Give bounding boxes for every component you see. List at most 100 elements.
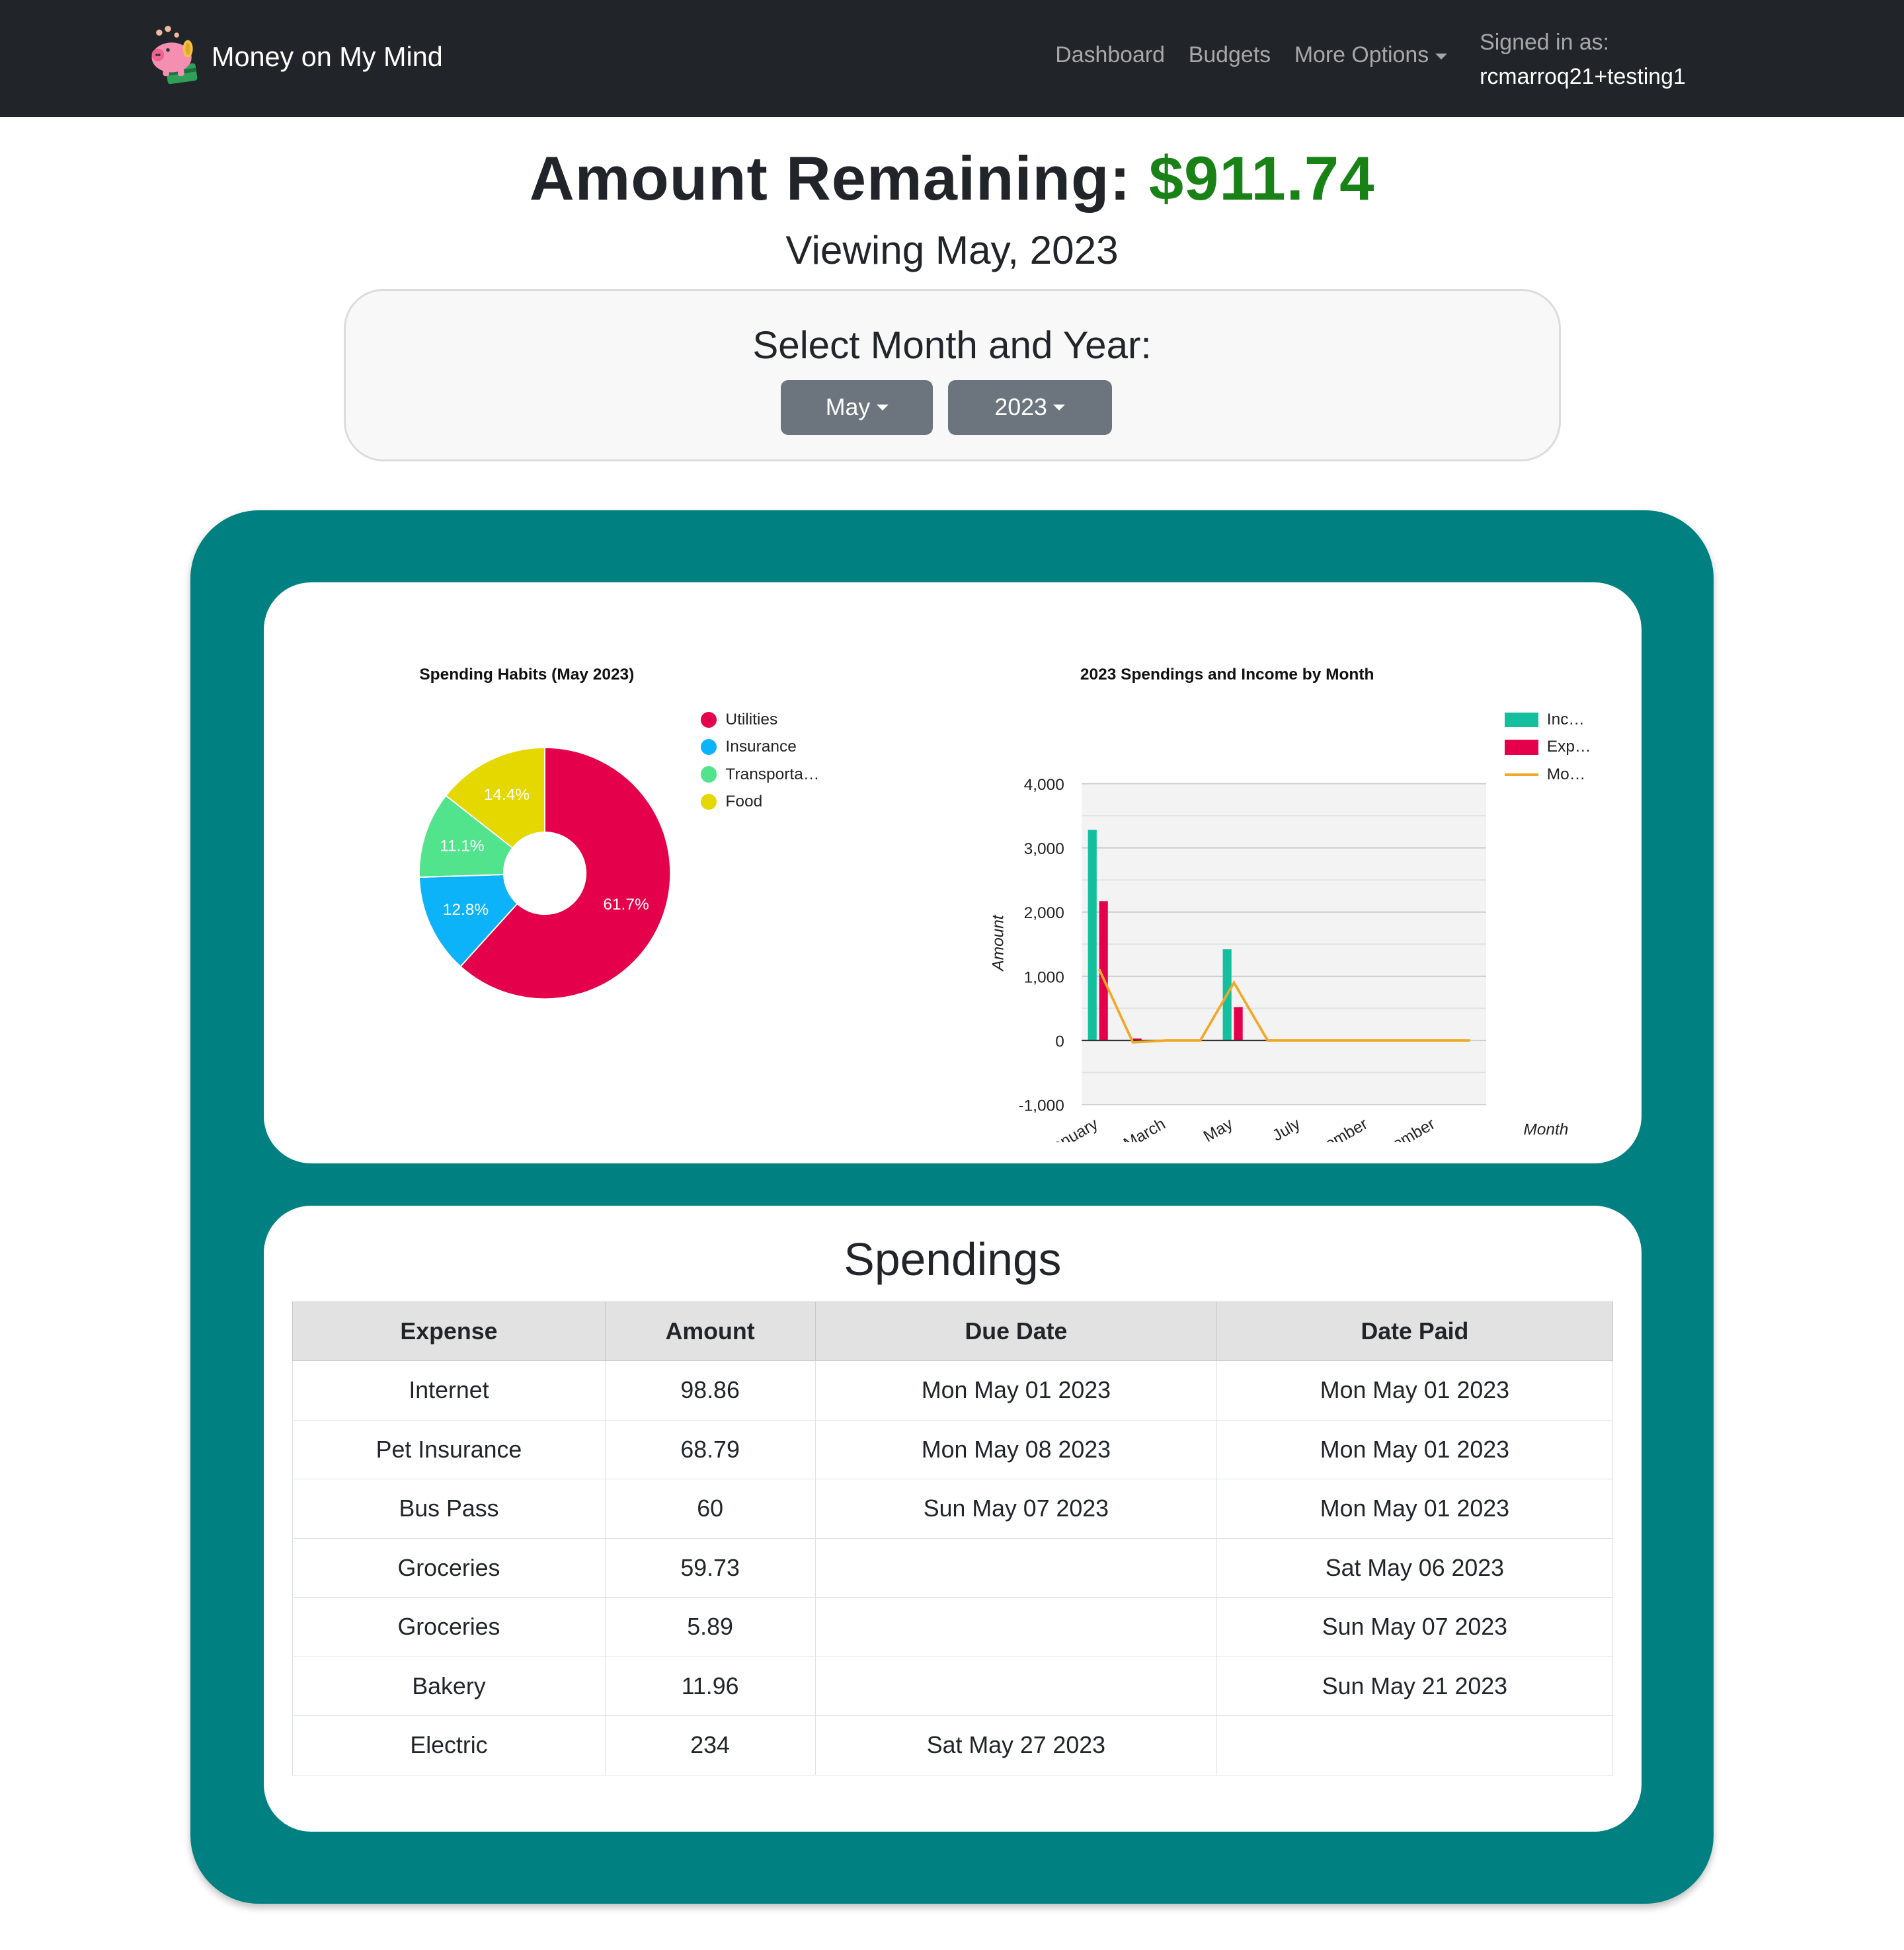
bar-legend-money-left[interactable]: Mo… [1504,765,1586,784]
cell-expense: Bus Pass [292,1479,606,1539]
table-row: Groceries 59.73 Sat May 06 2023 [292,1538,1613,1598]
legend-marker [700,739,717,756]
signed-in-label: Signed in as: [1480,29,1610,55]
cell-date-paid: Sun May 21 2023 [1216,1656,1613,1717]
cell-expense: Bakery [292,1656,606,1717]
column-header-date-paid: Date Paid [1216,1301,1613,1362]
x-tick-label: May [1201,1115,1236,1142]
pie-legend-food[interactable]: Food [700,793,763,811]
legend-marker [1504,739,1538,755]
y-axis-title: Amount [989,914,1007,972]
legend-marker [1504,773,1538,776]
cell-amount: 60 [604,1479,816,1539]
cell-due-date: Sun May 07 2023 [814,1479,1218,1539]
month-year-selector: Select Month and Year: May 2023 [343,288,1561,462]
x-tick-label: September [1293,1115,1370,1142]
viewing-period: Viewing May, 2023 [785,227,1119,272]
bar-legend-income[interactable]: Inc… [1504,710,1585,729]
brand-link[interactable]: Money on My Mind [147,25,443,90]
more-options-dropdown[interactable]: More Options [1294,42,1447,68]
legend-marker [700,711,717,728]
table-row: Bus Pass 60 Sun May 07 2023 Mon May 01 2023 [292,1479,1613,1539]
column-header-due-date: Due Date [814,1301,1218,1362]
cell-due-date: Mon May 01 2023 [814,1360,1218,1421]
nav-link-budgets[interactable]: Budgets [1189,42,1271,68]
table-row: Electric 234 Sat May 27 2023 [292,1715,1613,1775]
x-axis-title: Month [1523,1121,1568,1139]
pie-legend-insurance[interactable]: Insurance [700,738,797,756]
spendings-card: Spendings Expense Amount Due Date Date P… [264,1206,1642,1832]
month-dropdown-button[interactable]: May [781,380,933,436]
y-tick-label: -1,000 [1018,1097,1064,1115]
cell-due-date [814,1656,1218,1717]
amount-remaining-heading: Amount Remaining: $911.74 [0,143,1904,214]
pie-legend-transportation[interactable]: Transporta… [700,765,820,784]
x-tick-label: November [1365,1115,1438,1142]
year-dropdown-button[interactable]: 2023 [947,380,1113,436]
y-tick-label: 0 [1055,1033,1064,1051]
cell-amount: 5.89 [604,1597,816,1657]
y-tick-label: 4,000 [1023,776,1064,794]
table-header-row: Expense Amount Due Date Date Paid [292,1301,1613,1362]
legend-label: Food [725,793,763,811]
legend-label: Mo… [1546,765,1586,783]
amount-remaining-value: $911.74 [1148,143,1375,214]
y-tick-label: 1,000 [1023,969,1064,987]
signed-in-user: rcmarroq21+testing1 [1480,64,1686,90]
spendings-table: Expense Amount Due Date Date Paid Intern… [292,1301,1613,1775]
charts-card: Spending Habits (May 2023) 61.7% 12.8% 11.… [264,582,1642,1164]
spendings-title: Spendings [844,1233,1062,1286]
column-header-expense: Expense [292,1301,606,1362]
legend-marker [1504,712,1538,728]
cell-date-paid: Sat May 06 2023 [1216,1538,1613,1598]
cell-amount: 98.86 [604,1360,816,1421]
x-tick-label: January [1042,1115,1101,1142]
month-dropdown-label: May [825,394,871,421]
dashboard-panel: Spending Habits (May 2023) 61.7% 12.8% 11.… [190,510,1714,1904]
cell-due-date: Sat May 27 2023 [814,1715,1218,1775]
cell-expense: Internet [292,1360,606,1421]
cell-date-paid: Sun May 07 2023 [1216,1597,1613,1657]
income-bar[interactable] [1088,830,1097,1041]
spending-habits-pie-chart: 61.7% 12.8% 11.1% 14.4% [418,747,672,1000]
cell-amount: 234 [604,1715,816,1775]
y-tick-label: 3,000 [1023,840,1064,858]
cell-date-paid: Mon May 01 2023 [1216,1360,1613,1421]
cell-date-paid: Mon May 01 2023 [1216,1419,1613,1480]
x-tick-label: July [1269,1115,1304,1142]
cell-date-paid [1216,1715,1613,1775]
cell-due-date [814,1597,1218,1657]
table-row: Groceries 5.89 Sun May 07 2023 [292,1597,1613,1657]
legend-marker [700,766,717,783]
legend-marker [700,793,717,810]
y-tick-label: 2,000 [1023,905,1064,923]
pie-chart-title: Spending Habits (May 2023) [419,666,635,684]
legend-label: Exp… [1546,738,1591,756]
cell-due-date: Mon May 08 2023 [814,1419,1218,1480]
pie-slice-label: 12.8% [443,901,489,919]
nav-link-dashboard[interactable]: Dashboard [1055,42,1165,68]
column-header-amount: Amount [604,1301,816,1362]
x-tick-label: March [1121,1115,1168,1142]
table-row: Internet 98.86 Mon May 01 2023 Mon May 01 2… [292,1360,1613,1421]
spendings-income-bar-chart: 4,000 3,000 2,000 1,000 0 -1,000January March M… [989,776,1568,1142]
cell-due-date [814,1538,1218,1598]
cell-expense: Pet Insurance [292,1419,606,1480]
pie-slice-label: 14.4% [484,786,530,804]
pie-slice-label: 11.1% [440,838,485,855]
signed-in-info: Signed in as: rcmarroq21+testing1 [1480,25,1686,95]
legend-label: Transporta… [725,765,820,783]
bar-legend-expenses[interactable]: Exp… [1504,738,1591,756]
more-options-label: More Options [1294,42,1429,67]
bar-chart-title: 2023 Spendings and Income by Month [1080,666,1374,684]
year-dropdown-label: 2023 [994,394,1047,421]
expense-bar[interactable] [1234,1007,1243,1041]
caret-down-icon [1053,405,1066,410]
selector-title: Select Month and Year: [752,323,1152,367]
cell-expense: Electric [292,1715,606,1775]
legend-label: Inc… [1546,710,1585,728]
navbar: Money on My Mind Dashboard Budgets More … [0,0,1904,117]
amount-remaining-label: Amount Remaining: [529,143,1131,214]
caret-down-icon [1435,53,1447,59]
pie-legend-utilities[interactable]: Utilities [700,711,777,729]
